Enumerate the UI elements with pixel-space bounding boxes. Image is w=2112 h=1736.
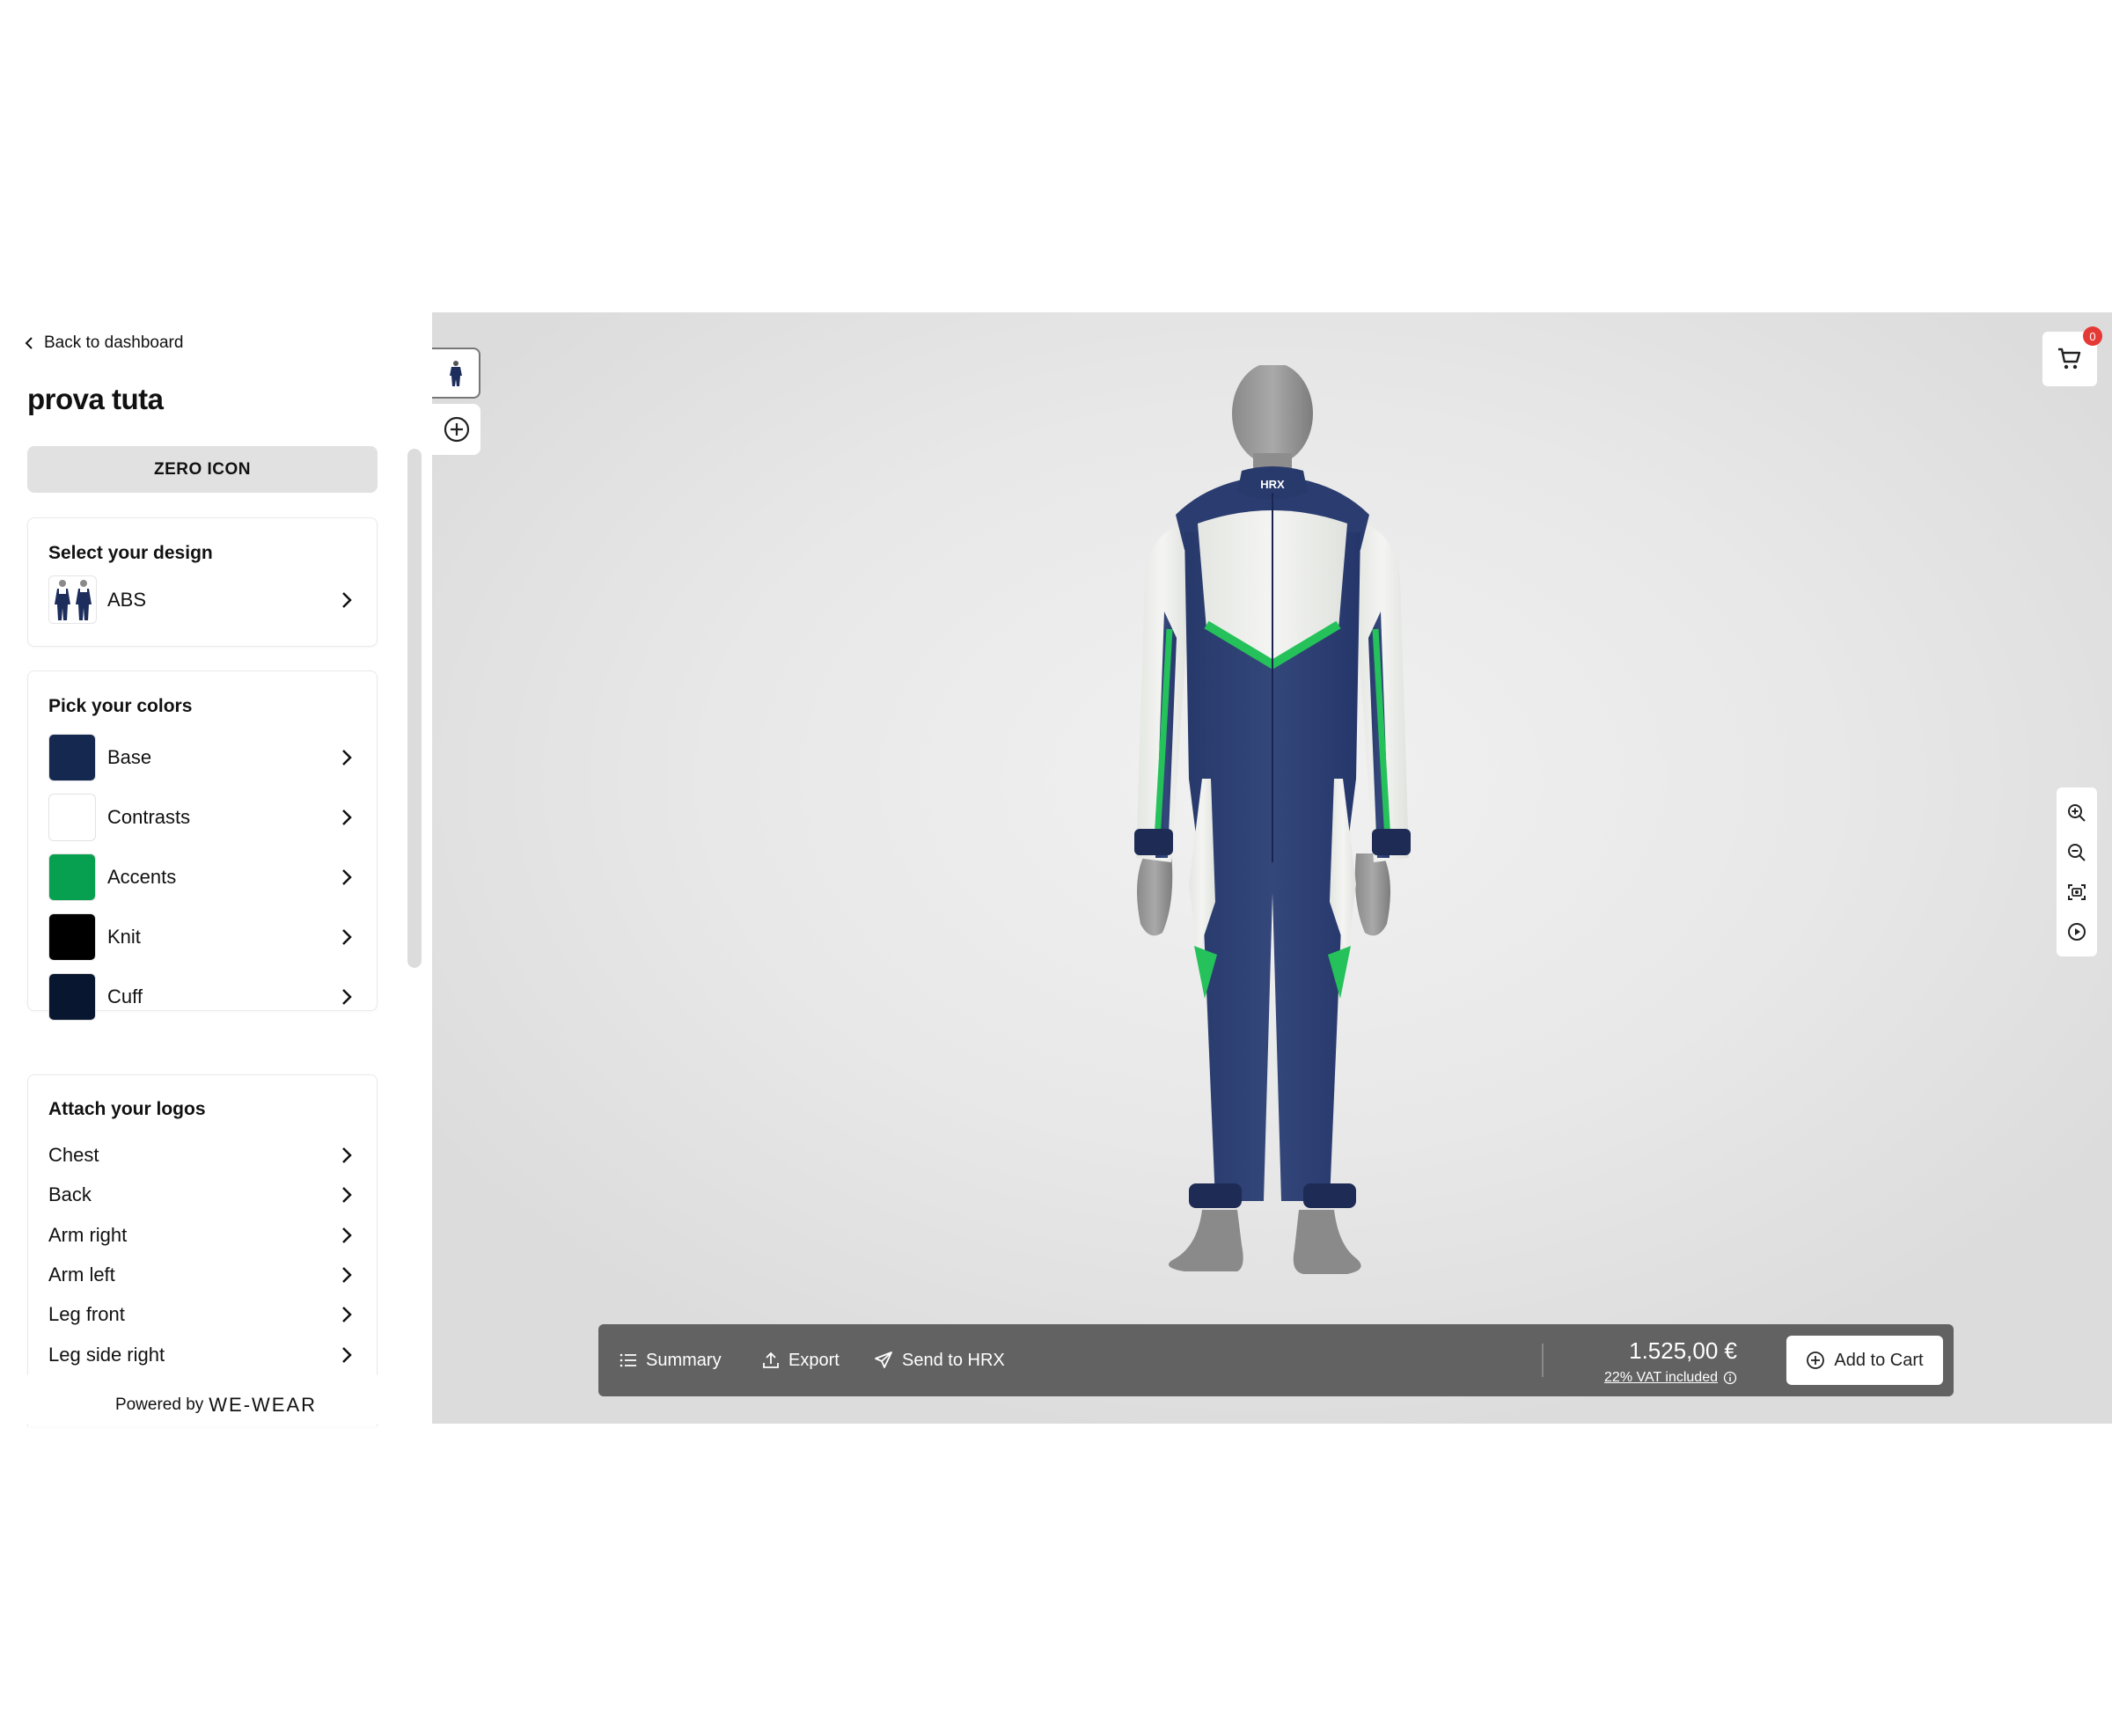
design-card-title: Select your design bbox=[48, 543, 213, 563]
play-icon bbox=[2068, 922, 2086, 941]
viewer-tools bbox=[2057, 787, 2097, 956]
plus-circle-icon bbox=[444, 416, 469, 443]
zoom-out-button[interactable] bbox=[2064, 840, 2089, 865]
export-label: Export bbox=[788, 1350, 840, 1370]
cart-icon bbox=[2058, 348, 2081, 370]
color-row-contrasts[interactable]: Contrasts bbox=[48, 793, 356, 842]
cart-button[interactable]: 0 bbox=[2042, 326, 2102, 386]
back-to-dashboard-link[interactable]: Back to dashboard bbox=[23, 333, 183, 353]
chevron-right-icon bbox=[342, 1307, 352, 1323]
chevron-right-icon bbox=[342, 1346, 352, 1363]
model-button[interactable]: ZERO ICON bbox=[27, 446, 378, 493]
plus-circle-icon bbox=[1807, 1351, 1825, 1369]
color-row-accents[interactable]: Accents bbox=[48, 853, 356, 902]
screenshot-icon bbox=[2068, 883, 2086, 900]
3d-viewer[interactable]: 0 HRX Summary Export Send to HRX 1.525,0… bbox=[432, 312, 2112, 1424]
suit-collar-logo: HRX bbox=[1260, 478, 1285, 491]
chevron-right-icon bbox=[342, 1187, 352, 1204]
send-to-hrx-button[interactable]: Send to HRX bbox=[874, 1324, 1005, 1396]
chevron-right-icon bbox=[342, 809, 352, 825]
colors-card: Pick your colors Base Contrasts Accents Kni… bbox=[27, 670, 378, 1021]
color-swatch bbox=[48, 853, 96, 901]
design-thumbnail bbox=[48, 575, 97, 624]
logo-position-label: Leg side right bbox=[48, 1343, 165, 1366]
logo-row-leg-side-right[interactable]: Leg side right bbox=[48, 1338, 356, 1372]
chevron-right-icon bbox=[342, 1267, 352, 1283]
bar-divider bbox=[1542, 1344, 1544, 1377]
chevron-right-icon bbox=[342, 929, 352, 945]
logo-position-label: Arm right bbox=[48, 1223, 128, 1246]
logo-position-label: Chest bbox=[48, 1144, 99, 1166]
screenshot-button[interactable] bbox=[2064, 880, 2089, 905]
zoom-in-button[interactable] bbox=[2064, 801, 2089, 825]
color-swatch bbox=[48, 734, 96, 781]
logo-position-label: Arm left bbox=[48, 1263, 115, 1286]
chevron-right-icon bbox=[342, 1227, 352, 1243]
summary-button[interactable]: Summary bbox=[620, 1324, 722, 1396]
model-view-tab[interactable] bbox=[432, 348, 480, 399]
chevron-right-icon bbox=[342, 750, 352, 765]
color-label: Accents bbox=[107, 866, 177, 888]
powered-by-label: Powered by bbox=[114, 1395, 204, 1414]
add-view-tab[interactable] bbox=[432, 404, 480, 455]
logo-position-label: Back bbox=[48, 1183, 92, 1206]
color-swatch bbox=[48, 973, 96, 1021]
logo-row-arm-right[interactable]: Arm right bbox=[48, 1219, 356, 1252]
list-icon bbox=[620, 1353, 636, 1367]
color-swatch bbox=[48, 794, 96, 841]
vat-info-link[interactable]: 22% VAT included bbox=[1604, 1370, 1737, 1386]
racing-suit-model[interactable]: HRX bbox=[1118, 365, 1435, 1298]
summary-label: Summary bbox=[646, 1350, 722, 1370]
logos-card-title: Attach your logos bbox=[48, 1099, 206, 1119]
bottom-action-bar: Summary Export Send to HRX 1.525,00 € 22… bbox=[598, 1324, 1954, 1396]
play-animation-button[interactable] bbox=[2064, 919, 2089, 944]
colors-card-title: Pick your colors bbox=[48, 696, 193, 716]
cart-count-badge: 0 bbox=[2083, 326, 2102, 346]
back-label: Back to dashboard bbox=[44, 333, 184, 352]
sidebar-scrollbar[interactable] bbox=[407, 449, 422, 968]
color-label: Base bbox=[107, 746, 152, 768]
configurator-app: Back to dashboard prova tuta ZERO ICON S… bbox=[0, 312, 2112, 1426]
color-row-knit[interactable]: Knit bbox=[48, 912, 356, 962]
color-swatch bbox=[48, 913, 96, 961]
chevron-right-icon bbox=[342, 869, 352, 885]
export-button[interactable]: Export bbox=[762, 1324, 840, 1396]
logo-position-label: Leg front bbox=[48, 1303, 125, 1326]
color-row-base[interactable]: Base bbox=[48, 733, 356, 782]
zoom-in-icon bbox=[2068, 803, 2086, 822]
design-selector[interactable]: ABS bbox=[48, 575, 356, 624]
figure-icon bbox=[449, 361, 462, 386]
logo-row-chest[interactable]: Chest bbox=[48, 1139, 356, 1172]
color-row-cuff[interactable]: Cuff bbox=[48, 972, 356, 1022]
chevron-right-icon bbox=[342, 989, 352, 1005]
brand-logo: WE-WEAR bbox=[209, 1394, 318, 1416]
total-price: 1.525,00 € bbox=[1629, 1337, 1737, 1364]
add-to-cart-button[interactable]: Add to Cart bbox=[1786, 1336, 1943, 1385]
logo-row-back[interactable]: Back bbox=[48, 1178, 356, 1212]
logo-row-leg-front[interactable]: Leg front bbox=[48, 1298, 356, 1331]
send-icon bbox=[875, 1351, 892, 1368]
powered-by: Powered by WE-WEAR bbox=[0, 1394, 432, 1417]
send-label: Send to HRX bbox=[902, 1350, 1005, 1370]
logo-row-arm-left[interactable]: Arm left bbox=[48, 1258, 356, 1292]
chevron-right-icon bbox=[342, 591, 352, 608]
color-label: Contrasts bbox=[107, 806, 191, 828]
logos-card: Attach your logos Chest Back Arm right Arm … bbox=[27, 1074, 378, 1426]
vat-label: 22% VAT included bbox=[1604, 1370, 1718, 1385]
add-to-cart-label: Add to Cart bbox=[1834, 1350, 1924, 1370]
design-selected-label: ABS bbox=[107, 588, 147, 611]
project-title: prova tuta bbox=[27, 383, 164, 415]
color-label: Cuff bbox=[107, 985, 143, 1007]
color-label: Knit bbox=[107, 926, 141, 948]
design-card: Select your design ABS bbox=[27, 517, 378, 647]
zoom-out-icon bbox=[2068, 843, 2086, 861]
upload-icon bbox=[763, 1351, 779, 1368]
chevron-right-icon bbox=[342, 1147, 352, 1163]
info-icon bbox=[1723, 1371, 1737, 1385]
chevron-left-icon bbox=[25, 337, 33, 349]
sidebar: Back to dashboard prova tuta ZERO ICON S… bbox=[0, 312, 432, 1426]
